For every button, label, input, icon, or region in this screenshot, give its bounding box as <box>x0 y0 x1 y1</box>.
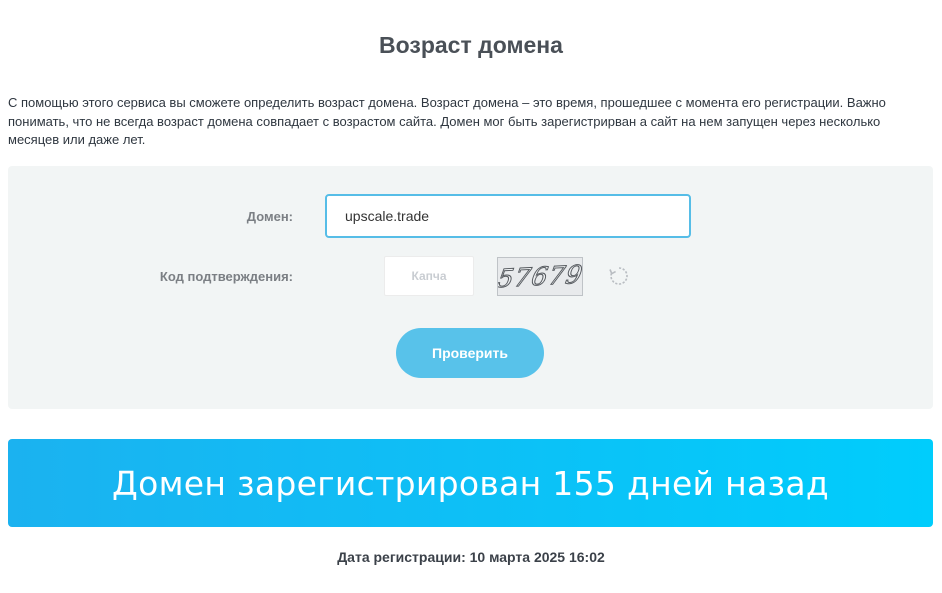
captcha-label: Код подтверждения: <box>159 269 293 284</box>
captcha-image: 57679 <box>497 257 583 296</box>
page-description: С помощью этого сервиса вы сможете опред… <box>8 95 886 147</box>
page: Возраст домена С помощью этого сервиса в… <box>0 0 942 593</box>
result-banner: Домен зарегистрирован 155 дней назад <box>8 439 933 527</box>
refresh-icon[interactable] <box>608 265 630 287</box>
check-button[interactable]: Проверить <box>396 328 544 378</box>
result-text: Домен зарегистрирован 155 дней назад <box>112 463 829 503</box>
registration-date: Дата регистрации: 10 марта 2025 16:02 <box>337 549 605 565</box>
domain-input[interactable] <box>325 194 691 238</box>
domain-age-form: Домен: Код подтверждения: 57679 Проверит… <box>8 166 933 409</box>
page-title: Возраст домена <box>379 32 563 58</box>
captcha-image-text: 57679 <box>497 259 583 294</box>
domain-label: Домен: <box>246 209 293 224</box>
captcha-input[interactable] <box>384 256 474 296</box>
